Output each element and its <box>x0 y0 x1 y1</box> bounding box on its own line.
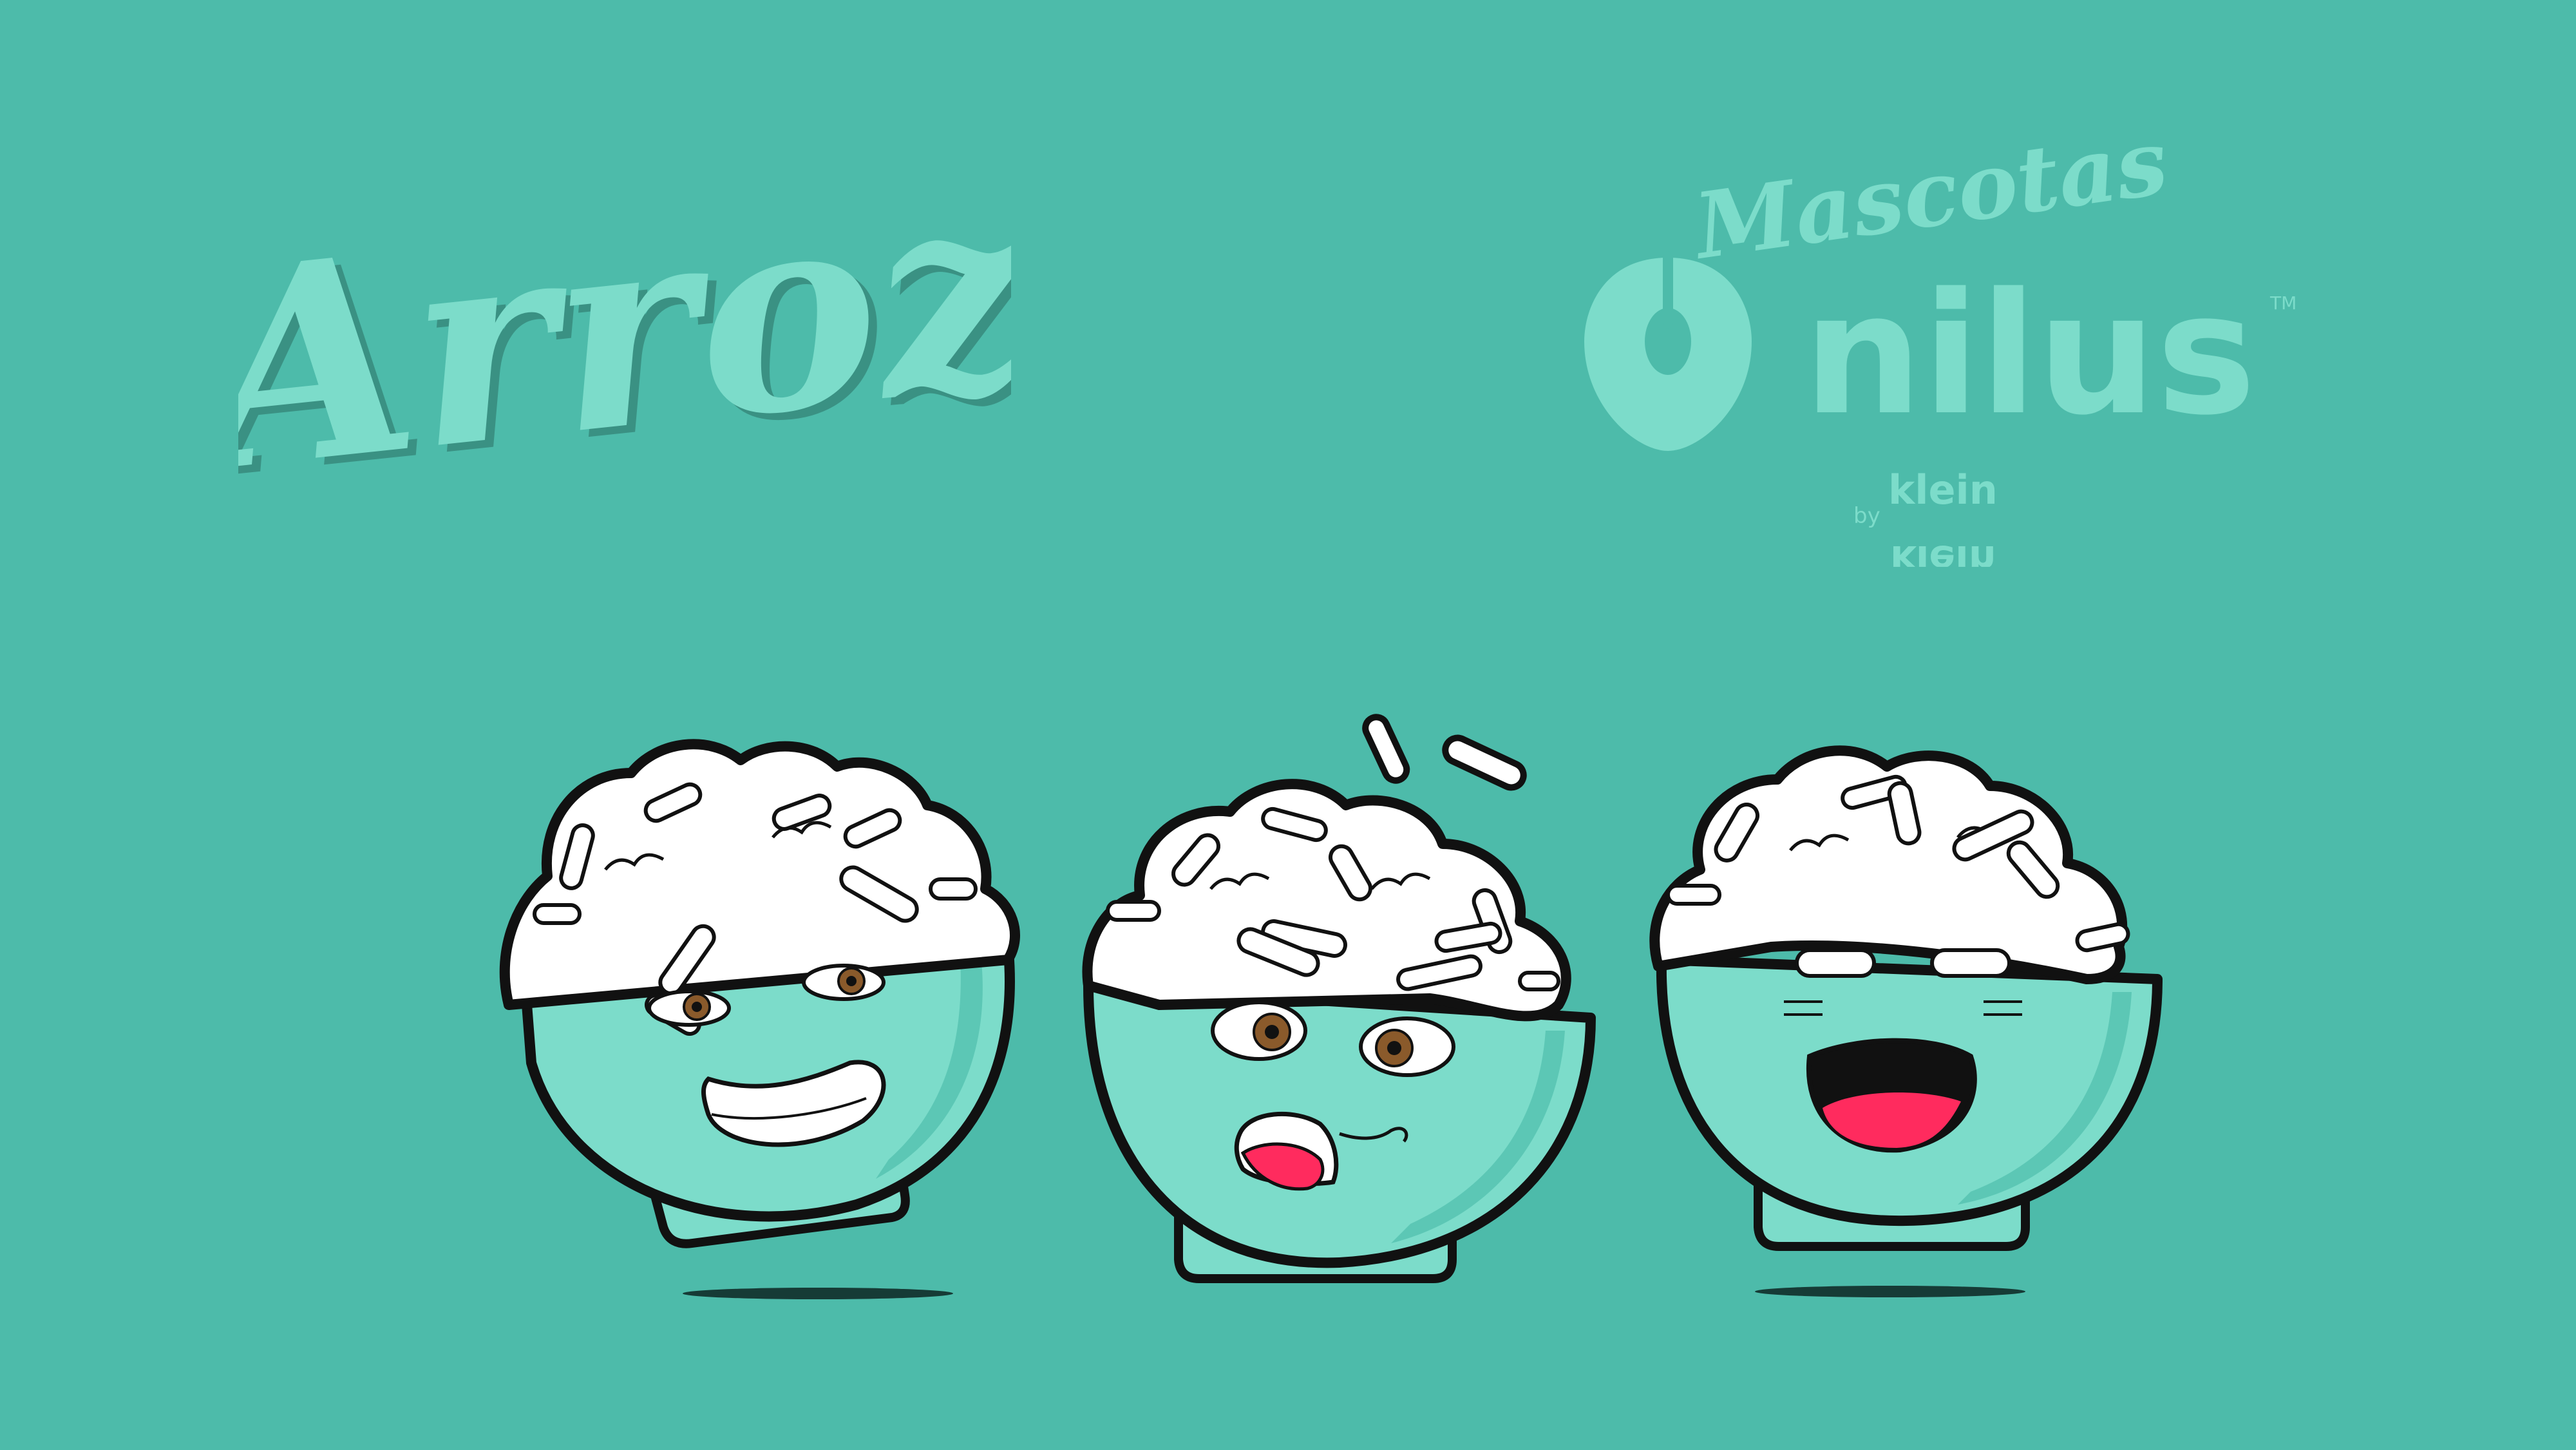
flying-grain <box>1442 734 1527 791</box>
eye-left <box>647 989 731 1027</box>
eye-left <box>1211 1000 1307 1061</box>
mascot-confused <box>1082 714 1596 1283</box>
ground-shadow <box>683 1288 953 1299</box>
mascot-smirk <box>499 739 1021 1299</box>
ground-shadow <box>1755 1286 2025 1297</box>
eye-right <box>1359 1016 1455 1077</box>
flying-grain <box>1362 714 1410 784</box>
poster-canvas: Arroz Arroz Mascotas nilus TM by klein k… <box>0 0 2576 1450</box>
mascot-laughing <box>1649 745 2163 1297</box>
bowl-body <box>1083 980 1596 1268</box>
eye-right <box>802 964 886 1001</box>
mascots-group <box>499 714 2163 1299</box>
